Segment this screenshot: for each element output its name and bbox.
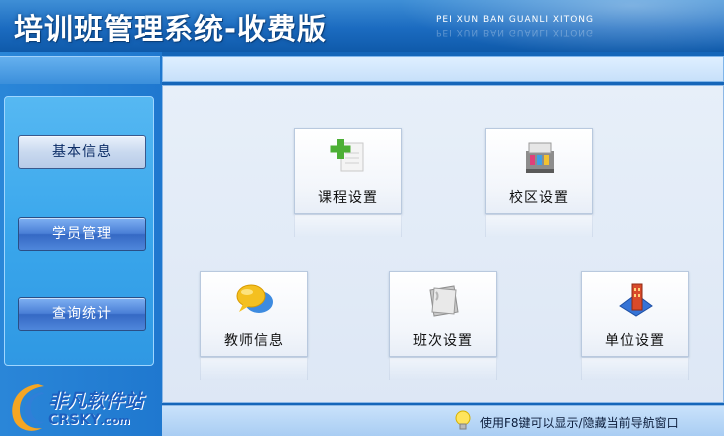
tile-reflection <box>389 358 497 380</box>
tile-teacher-info[interactable]: 教师信息 <box>200 271 308 357</box>
sidebar-menu-panel: 基本信息 学员管理 查询统计 <box>4 96 154 366</box>
tile-label: 班次设置 <box>413 333 473 349</box>
campus-icon <box>526 142 554 173</box>
organization-icon <box>619 283 653 317</box>
logo-text-english: CRSKY.com <box>48 412 130 428</box>
logo-swirl-icon <box>12 384 44 431</box>
title-bar: 培训班管理系统-收费版 PEI XUN BAN GUANLI XITONG PE… <box>0 0 724 52</box>
tile-label: 教师信息 <box>224 333 284 349</box>
tile-reflection <box>200 358 308 380</box>
tile-reflection <box>294 215 402 237</box>
main-top-bar <box>162 56 724 82</box>
function-panel: 课程设置 校区设置 教师信息 班次设置 单位设置 <box>162 85 724 403</box>
tile-label: 校区设置 <box>509 190 569 206</box>
nav-button-student-management[interactable]: 学员管理 <box>18 217 146 251</box>
main-frame: 课程设置 校区设置 教师信息 班次设置 单位设置 使用F8键可以显示/隐藏当前导… <box>162 52 724 436</box>
logo-text-chinese: 非凡软件站 <box>48 390 144 412</box>
tile-reflection <box>485 215 593 237</box>
tile-course-settings[interactable]: 课程设置 <box>294 128 402 214</box>
tile-label: 课程设置 <box>318 190 378 206</box>
app-title: 培训班管理系统-收费版 <box>14 12 328 46</box>
sidebar-header-strip <box>0 56 160 84</box>
logo-domain-suffix: .com <box>100 414 130 427</box>
teacher-chat-icon <box>236 284 273 313</box>
nav-button-query-statistics[interactable]: 查询统计 <box>18 297 146 331</box>
app-subtitle: PEI XUN BAN GUANLI XITONG <box>436 15 594 25</box>
tile-campus-settings[interactable]: 校区设置 <box>485 128 593 214</box>
logo-brand: CRSKY <box>48 412 101 428</box>
lightbulb-icon <box>455 410 471 430</box>
tile-organization-settings[interactable]: 单位设置 <box>581 271 689 357</box>
tile-label: 单位设置 <box>605 333 665 349</box>
tile-class-settings[interactable]: 班次设置 <box>389 271 497 357</box>
crsky-logo: 非凡软件站 CRSKY.com <box>4 376 160 436</box>
status-bar: 使用F8键可以显示/隐藏当前导航窗口 <box>162 405 724 436</box>
app-subtitle-reflection: PEI XUN BAN GUANLI XITONG <box>436 27 594 37</box>
nav-button-basic-info[interactable]: 基本信息 <box>18 135 146 169</box>
status-hint-text: 使用F8键可以显示/隐藏当前导航窗口 <box>480 416 679 430</box>
tile-reflection <box>581 358 689 380</box>
class-folder-icon <box>429 285 459 317</box>
course-add-icon <box>330 139 364 172</box>
